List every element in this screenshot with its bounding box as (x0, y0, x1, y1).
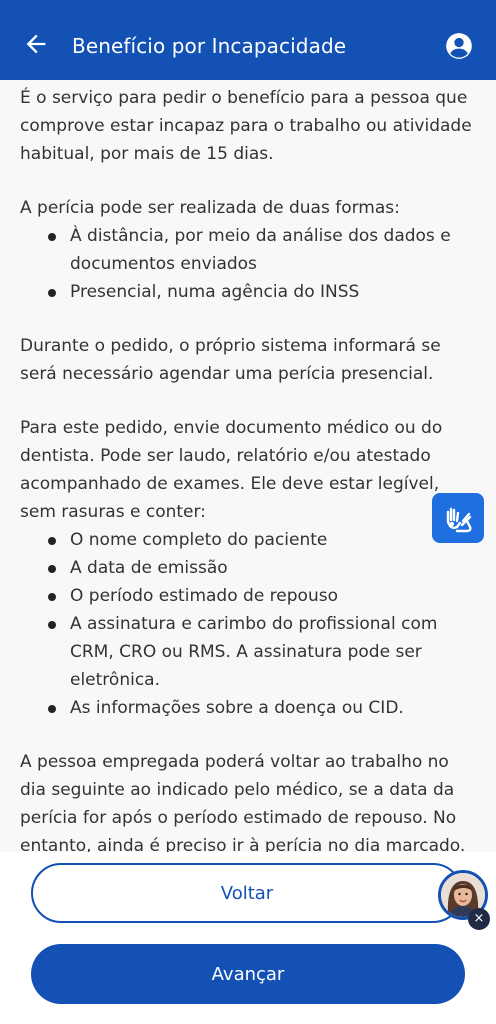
empregada-text: A pessoa empregada poderá voltar ao trab… (20, 752, 466, 852)
list-item: O nome completo do paciente (48, 526, 476, 554)
documento-intro: Para este pedido, envie documento médico… (20, 418, 443, 522)
page-title: Benefício por Incapacidade (72, 34, 347, 58)
list-item: A data de emissão (48, 554, 476, 582)
sign-language-hands-icon (446, 507, 472, 533)
voltar-button[interactable]: Voltar (31, 863, 463, 923)
intro-text: É o serviço para pedir o benefício para … (20, 88, 472, 164)
service-description[interactable]: É o serviço para pedir o benefício para … (0, 80, 496, 852)
arrow-left-icon (26, 34, 46, 54)
documento-list: O nome completo do paciente A data de em… (20, 526, 476, 722)
back-button[interactable] (22, 30, 50, 58)
user-circle-icon (446, 33, 472, 59)
list-item: As informações sobre a doença ou CID. (48, 694, 476, 722)
footer-actions: Voltar Avançar (0, 852, 496, 1024)
list-item: Presencial, numa agência do INSS (48, 278, 476, 306)
pericia-intro: A perícia pode ser realizada de duas for… (20, 198, 400, 218)
close-icon[interactable]: × (468, 908, 490, 930)
app-header: Benefício por Incapacidade (0, 0, 496, 80)
list-item: A assinatura e carimbo do profissional c… (48, 610, 476, 694)
pericia-list: À distância, por meio da análise dos dad… (20, 222, 476, 306)
profile-button[interactable] (445, 32, 473, 60)
list-item: O período estimado de repouso (48, 582, 476, 610)
sign-language-button[interactable] (432, 493, 484, 543)
durante-text: Durante o pedido, o próprio sistema info… (20, 336, 441, 384)
list-item: À distância, por meio da análise dos dad… (48, 222, 476, 278)
avancar-button[interactable]: Avançar (31, 944, 465, 1004)
